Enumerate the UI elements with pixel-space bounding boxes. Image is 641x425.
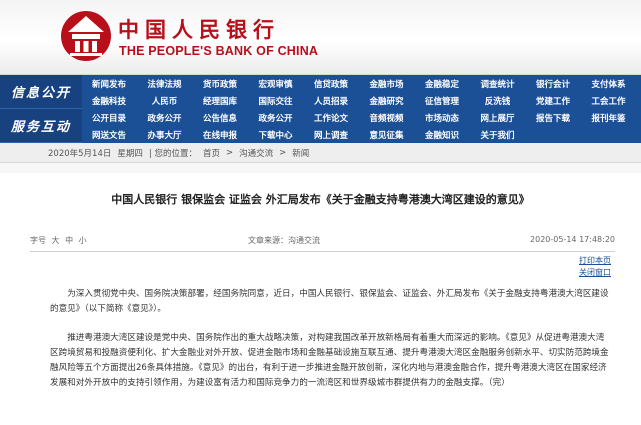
nav-item-about-us[interactable]: 关于我们 [471,126,525,143]
nav-row-2: 金融科技 人民币 经理国库 国际交往 人员招录 金融研究 征信管理 反洗钱 党建… [82,92,641,109]
nav-row-3: 公开目录 政务公开 公告信息 政务公开 工作论文 音频视频 市场动态 网上展厅 … [82,109,641,126]
article-source-value: 沟通交流 [288,236,320,245]
nav-row-1: 新闻发布 法律法规 货币政策 宏观审慎 信贷政策 金融市场 金融稳定 调查统计 … [82,75,641,92]
close-window-link[interactable]: 关闭窗口 [579,267,611,279]
meta-divider [30,251,615,252]
nav-item-download-center[interactable]: 下载中心 [249,126,303,143]
nav-item-financial-stability[interactable]: 金融稳定 [415,75,469,92]
divider-strip [0,163,641,173]
nav-item-market-news[interactable]: 市场动态 [415,109,469,126]
breadcrumb-separator: > [279,147,287,158]
article: 中国人民银行 银保监会 证监会 外汇局发布《关于金融支持粤港澳大湾区建设的意见》… [0,173,641,425]
nav-item-online-exhibition[interactable]: 网上展厅 [471,109,525,126]
breadcrumb-item-communication[interactable]: 沟通交流 [239,147,273,159]
nav-item-catalog[interactable]: 公开目录 [82,109,136,126]
nav-item-treasury[interactable]: 经理国库 [193,92,247,109]
font-size-medium[interactable]: 中 [65,236,73,245]
nav-item-international[interactable]: 国际交往 [249,92,303,109]
pboc-emblem-icon [61,11,111,61]
nav-item-news[interactable]: 新闻发布 [82,75,136,92]
nav-item-online-survey[interactable]: 网上调查 [304,126,358,143]
nav-item-feedback[interactable]: 意见征集 [360,126,414,143]
nav-item-laws[interactable]: 法律法规 [138,75,192,92]
breadcrumb-date: 2020年5月14日 [48,148,112,159]
article-paragraph: 推进粤港澳大湾区建设是党中央、国务院作出的重大战略决策，对构建我国改革开放新格局… [50,333,609,388]
breadcrumb-separator: > [225,147,234,158]
nav-item-anti-money-laundering[interactable]: 反洗钱 [471,92,525,109]
nav-item-accounting[interactable]: 银行会计 [526,75,580,92]
nav-item-gov-affairs[interactable]: 政务公开 [138,109,192,126]
article-tools: 打印本页 关闭窗口 [579,255,611,279]
site-logo-cn[interactable]: 中国人民银行 [118,14,280,44]
nav-item-statistics[interactable]: 调查统计 [471,75,525,92]
nav-item-working-papers[interactable]: 工作论文 [304,109,358,126]
site-logo-en[interactable]: THE PEOPLE'S BANK OF CHINA [119,44,318,58]
font-size-label: 字号 [30,236,46,245]
nav-item-announcements[interactable]: 公告信息 [193,109,247,126]
main-nav: 信息公开 服务互动 新闻发布 法律法规 货币政策 宏观审慎 信贷政策 金融市场 … [0,75,641,143]
nav-item-macroprudential[interactable]: 宏观审慎 [249,75,303,92]
nav-row-4: 网送文告 办事大厅 在线申报 下载中心 网上调查 意见征集 金融知识 关于我们 [82,126,641,143]
nav-item-fintech[interactable]: 金融科技 [82,92,136,109]
article-source: 文章来源：沟通交流 [248,235,320,246]
nav-item-report-download[interactable]: 报告下载 [526,109,580,126]
font-size-large[interactable]: 大 [52,236,60,245]
nav-item-union[interactable]: 工会工作 [582,92,636,109]
nav-section-info-public: 信息公开 [0,75,82,109]
breadcrumb-item-news[interactable]: 新闻 [292,147,309,159]
nav-item-research[interactable]: 金融研究 [360,92,414,109]
nav-item-credit-policy[interactable]: 信贷政策 [304,75,358,92]
nav-item-credit-reference[interactable]: 征信管理 [415,92,469,109]
nav-item-recruitment[interactable]: 人员招录 [304,92,358,109]
nav-item-media[interactable]: 音频视频 [360,109,414,126]
nav-item-service-hall[interactable]: 办事大厅 [138,126,192,143]
nav-section-service: 服务互动 [0,109,82,143]
print-link[interactable]: 打印本页 [579,255,611,267]
nav-item-financial-market[interactable]: 金融市场 [360,75,414,92]
nav-item-rmb[interactable]: 人民币 [138,92,192,109]
nav-item-party-building[interactable]: 党建工作 [526,92,580,109]
nav-grid: 新闻发布 法律法规 货币政策 宏观审慎 信贷政策 金融市场 金融稳定 调查统计 … [82,75,641,143]
site-header: 中国人民银行 THE PEOPLE'S BANK OF CHINA [0,0,641,75]
article-paragraph: 为深入贯彻党中央、国务院决策部署，经国务院同意，近日，中国人民银行、银保监会、证… [50,289,609,314]
article-title: 中国人民银行 银保监会 证监会 外汇局发布《关于金融支持粤港澳大湾区建设的意见》 [111,193,530,206]
nav-item-gov-affairs-2[interactable]: 政务公开 [249,109,303,126]
breadcrumb-item-home[interactable]: 首页 [203,147,220,159]
nav-item-yearbook[interactable]: 报刊年鉴 [582,109,636,126]
article-source-label: 文章来源： [248,236,288,245]
font-size-small[interactable]: 小 [79,236,87,245]
breadcrumb-location-label: | 您的位置： [148,148,197,159]
breadcrumb-weekday: 星期四 [117,148,143,159]
nav-item-payment[interactable]: 支付体系 [582,75,636,92]
article-datetime: 2020-05-14 17:48:20 [530,235,615,244]
nav-item-online-filing[interactable]: 在线申报 [193,126,247,143]
nav-item-monetary-policy[interactable]: 货币政策 [193,75,247,92]
font-size-switcher: 字号 大 中 小 [30,235,90,246]
nav-item-notices[interactable]: 网送文告 [82,126,136,143]
breadcrumb: 2020年5月14日 星期四 | 您的位置： 首页 > 沟通交流 > 新闻 [0,143,641,163]
nav-item-financial-knowledge[interactable]: 金融知识 [415,126,469,143]
article-meta: 字号 大 中 小 文章来源：沟通交流 2020-05-14 17:48:20 [30,235,615,251]
